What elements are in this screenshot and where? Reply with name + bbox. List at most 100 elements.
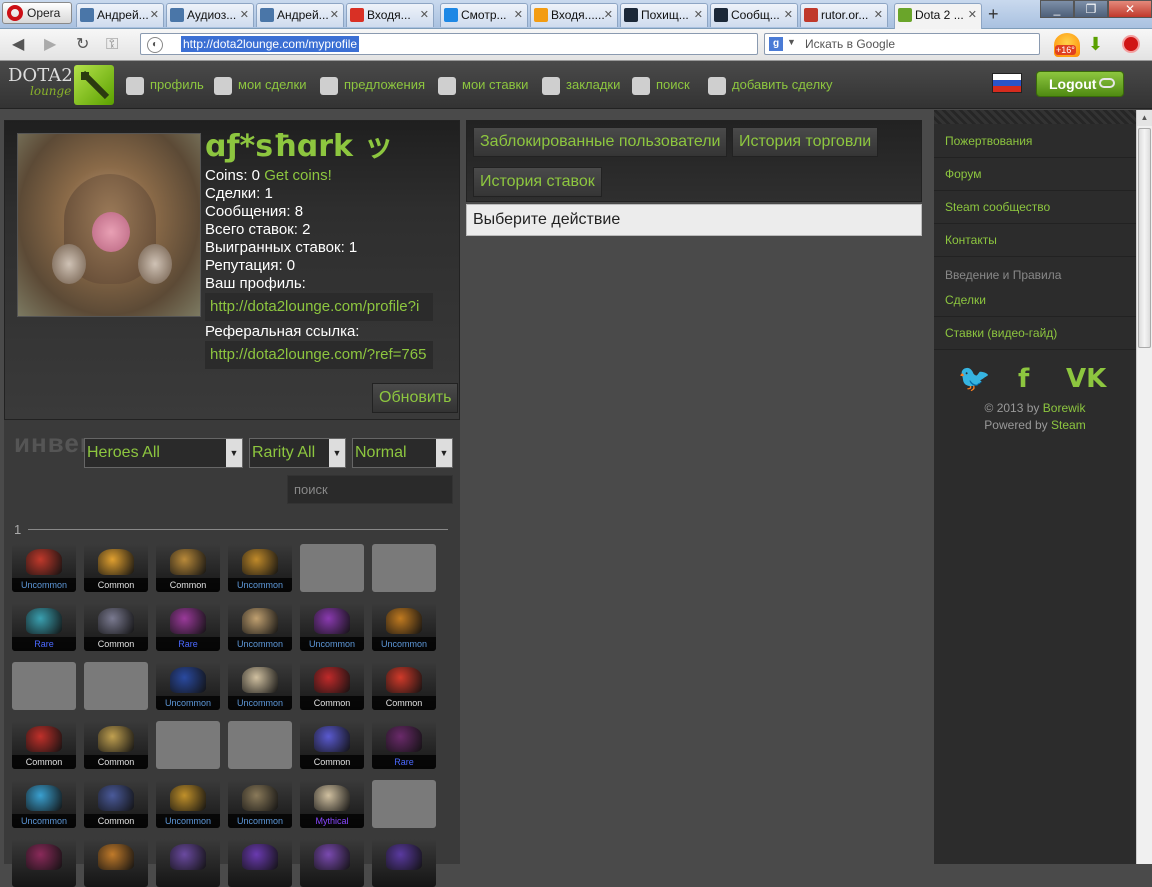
tab-close-icon[interactable]: ✕ (784, 4, 793, 26)
browser-tab[interactable]: Входя...... ✕ (530, 3, 618, 27)
nav-item[interactable]: профиль (126, 74, 204, 96)
inventory-item[interactable] (84, 839, 148, 887)
inventory-item[interactable]: Uncommon (12, 780, 76, 828)
inventory-item[interactable]: Common (156, 544, 220, 592)
nav-item[interactable]: поиск (632, 74, 690, 96)
url-text[interactable]: http://dota2lounge.com/myprofile (181, 36, 360, 52)
tab-close-icon[interactable]: ✕ (240, 4, 249, 26)
browser-tab[interactable]: Входя... ✕ (346, 3, 434, 27)
inventory-item[interactable]: Uncommon (156, 780, 220, 828)
sidebar-item-contacts[interactable]: Контакты (934, 224, 1136, 257)
nav-item[interactable]: предложения (320, 74, 425, 96)
page-scrollbar[interactable]: ▲ (1136, 110, 1152, 864)
browser-tab[interactable]: Андрей... ✕ (256, 3, 344, 27)
get-coins-link[interactable]: Get coins! (264, 167, 332, 184)
browser-tab[interactable]: rutor.or... ✕ (800, 3, 888, 27)
tab-close-icon[interactable]: ✕ (604, 4, 613, 26)
inventory-item[interactable]: Uncommon (228, 603, 292, 651)
sidebar-item-forum[interactable]: Форум (934, 158, 1136, 191)
nav-item[interactable]: мои сделки (214, 74, 306, 96)
inventory-item[interactable]: Common (84, 603, 148, 651)
inventory-item[interactable]: Common (84, 544, 148, 592)
twitter-icon[interactable]: 🐦 (958, 364, 990, 394)
inventory-item[interactable]: Uncommon (228, 780, 292, 828)
browser-tab[interactable]: Андрей... ✕ (76, 3, 164, 27)
vk-icon[interactable]: VK (1066, 364, 1106, 394)
profile-link[interactable]: http://dota2lounge.com/profile?i (205, 293, 433, 321)
inventory-item[interactable]: Rare (372, 721, 436, 769)
inventory-item[interactable]: Common (300, 721, 364, 769)
page-number[interactable]: 1 (14, 522, 21, 537)
nav-item[interactable]: закладки (542, 74, 620, 96)
refresh-button[interactable]: Обновить (372, 383, 459, 413)
inventory-item[interactable]: Rare (12, 603, 76, 651)
sidebar-item-donations[interactable]: Пожертвования (934, 125, 1136, 158)
url-field[interactable]: ◐ http://dota2lounge.com/myprofile (140, 33, 758, 55)
inventory-item[interactable] (300, 839, 364, 887)
inventory-item[interactable] (372, 544, 436, 592)
key-icon[interactable]: ⚿ (106, 35, 118, 55)
tab-close-icon[interactable]: ✕ (150, 4, 159, 26)
tab-close-icon[interactable]: ✕ (874, 4, 883, 26)
nav-item[interactable]: мои ставки (438, 74, 528, 96)
inventory-item[interactable]: Rare (156, 603, 220, 651)
sidebar-item-trades[interactable]: Сделки (934, 284, 1136, 317)
browser-tab[interactable]: Смотр... ✕ (440, 3, 528, 27)
dota2-logo-icon[interactable] (74, 65, 114, 105)
browser-tab[interactable]: Аудиоз... ✕ (166, 3, 254, 27)
inventory-item[interactable] (12, 662, 76, 710)
russian-flag-icon[interactable] (992, 73, 1022, 93)
inventory-item[interactable] (156, 721, 220, 769)
weather-widget-icon[interactable]: +16° (1054, 33, 1080, 57)
inventory-item[interactable]: Uncommon (228, 544, 292, 592)
tab-close-icon[interactable]: ✕ (514, 4, 523, 26)
download-icon[interactable]: ⬇ (1088, 34, 1103, 55)
sidebar-item-steam-community[interactable]: Steam сообщество (934, 191, 1136, 224)
inventory-item[interactable] (372, 780, 436, 828)
heroes-filter-select[interactable]: Heroes All ▼ (84, 438, 243, 468)
inventory-item[interactable] (300, 544, 364, 592)
author-link[interactable]: Borewik (1043, 401, 1086, 415)
rarity-filter-select[interactable]: Rarity All ▼ (249, 438, 346, 468)
scrollbar-thumb[interactable] (1138, 128, 1151, 348)
inventory-item[interactable]: Common (372, 662, 436, 710)
bet-history-button[interactable]: История ставок (473, 167, 602, 197)
minimize-button[interactable]: _ (1040, 0, 1074, 18)
quality-filter-select[interactable]: Normal ▼ (352, 438, 453, 468)
inventory-item[interactable] (12, 839, 76, 887)
inventory-item[interactable]: Common (84, 721, 148, 769)
maximize-button[interactable]: ❐ (1074, 0, 1108, 18)
inventory-item[interactable]: Common (12, 721, 76, 769)
tab-close-icon[interactable]: ✕ (694, 4, 703, 26)
browser-tab[interactable]: Похищ... ✕ (620, 3, 708, 27)
opera-menu-button[interactable]: Opera (2, 2, 72, 24)
trade-history-button[interactable]: История торговли (732, 127, 879, 157)
inventory-item[interactable] (228, 839, 292, 887)
reload-icon[interactable]: ↻ (76, 35, 89, 55)
facebook-icon[interactable]: f (1018, 364, 1029, 394)
inventory-item[interactable] (156, 839, 220, 887)
blocked-users-button[interactable]: Заблокированные пользователи (473, 127, 728, 157)
referral-link[interactable]: http://dota2lounge.com/?ref=765 (205, 341, 433, 369)
logout-button[interactable]: Logout (1036, 71, 1124, 97)
inventory-item[interactable]: Mythical (300, 780, 364, 828)
scroll-up-icon[interactable]: ▲ (1137, 110, 1152, 126)
steam-link[interactable]: Steam (1051, 418, 1086, 432)
tab-close-icon[interactable]: ✕ (420, 4, 429, 26)
inventory-item[interactable] (84, 662, 148, 710)
browser-search-field[interactable]: g ▼ Искать в Google (764, 33, 1040, 55)
inventory-item[interactable] (372, 839, 436, 887)
inventory-item[interactable]: Uncommon (156, 662, 220, 710)
sidebar-item-bets-guide[interactable]: Ставки (видео-гайд) (934, 317, 1136, 350)
inventory-item[interactable]: Common (84, 780, 148, 828)
site-info-icon[interactable]: ◐ (147, 37, 163, 53)
search-engine-dropdown-icon[interactable]: ▼ (787, 37, 796, 47)
inventory-item[interactable]: Common (300, 662, 364, 710)
inventory-item[interactable]: Uncommon (12, 544, 76, 592)
browser-tab[interactable]: Dota 2 ... ✕ (894, 3, 982, 29)
close-window-button[interactable]: ✕ (1108, 0, 1152, 18)
inventory-item[interactable]: Uncommon (300, 603, 364, 651)
inventory-item[interactable]: Uncommon (228, 662, 292, 710)
new-tab-button[interactable]: + (988, 4, 999, 24)
back-icon[interactable]: ◀ (12, 35, 24, 55)
